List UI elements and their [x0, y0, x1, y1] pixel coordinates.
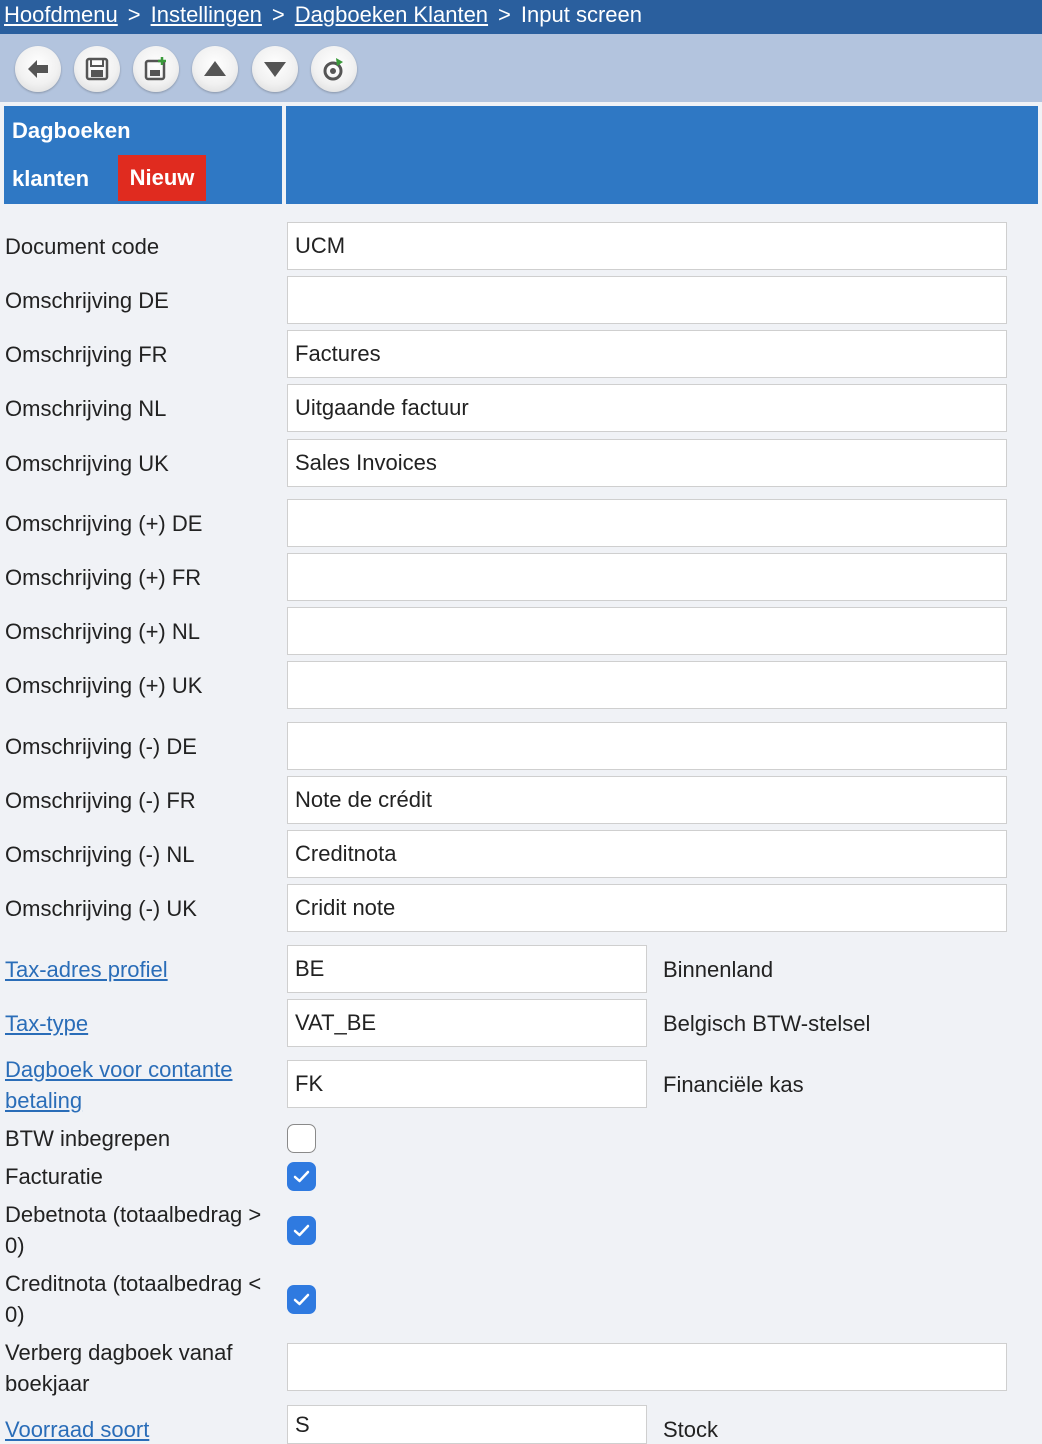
voorraad-soort-description: Stock	[663, 1417, 719, 1442]
verberg-dagboek-input[interactable]	[287, 1343, 1007, 1391]
tax-adres-profiel-description: Binnenland	[663, 957, 774, 982]
creditnota-label: 0)	[5, 1302, 25, 1327]
omschrijving-plus-nl-input[interactable]	[287, 607, 1007, 655]
tax-type-description: Belgisch BTW-stelsel	[663, 1011, 871, 1036]
checkmark-icon	[293, 1170, 310, 1183]
form-title-line2: klanten	[12, 166, 90, 191]
dagboek-contante-betaling-link[interactable]: betaling	[5, 1085, 285, 1116]
btw-inbegrepen-checkbox[interactable]	[287, 1124, 316, 1153]
refresh-icon	[323, 58, 343, 81]
status-badge: Nieuw	[118, 155, 206, 201]
omschrijving-nl-input[interactable]	[287, 384, 1007, 432]
facturatie-checkbox[interactable]	[287, 1162, 316, 1191]
omschrijving-min-fr-label: Omschrijving (-) FR	[5, 788, 196, 813]
omschrijving-plus-nl-label: Omschrijving (+) NL	[5, 619, 200, 644]
save-button[interactable]	[74, 46, 120, 92]
facturatie-label: Facturatie	[5, 1164, 103, 1189]
arrow-down-icon	[264, 62, 286, 77]
move-up-button[interactable]	[192, 46, 238, 92]
back-button[interactable]	[15, 46, 61, 92]
omschrijving-min-nl-input[interactable]	[287, 830, 1007, 878]
verberg-dagboek-label: boekjaar	[5, 1371, 90, 1396]
omschrijving-nl-label: Omschrijving NL	[5, 396, 167, 421]
debetnota-label: Debetnota (totaalbedrag >	[5, 1202, 262, 1227]
breadcrumb-separator: >	[127, 2, 141, 27]
tax-type-link[interactable]: Tax-type	[5, 1008, 285, 1039]
save-icon	[85, 57, 109, 81]
omschrijving-uk-label: Omschrijving UK	[5, 451, 169, 476]
breadcrumb-link-hoofdmenu[interactable]: Hoofdmenu	[4, 2, 118, 27]
omschrijving-de-input[interactable]	[287, 276, 1007, 324]
omschrijving-min-de-label: Omschrijving (-) DE	[5, 734, 197, 759]
breadcrumb-current: Input screen	[520, 2, 642, 27]
refresh-button[interactable]	[311, 46, 357, 92]
dagboek-contante-betaling-input[interactable]	[287, 1060, 647, 1108]
breadcrumb-separator: >	[271, 2, 285, 27]
omschrijving-fr-input[interactable]	[287, 330, 1007, 378]
breadcrumb-link-instellingen[interactable]: Instellingen	[151, 2, 262, 27]
omschrijving-plus-de-label: Omschrijving (+) DE	[5, 511, 203, 536]
document-code-label: Document code	[5, 234, 160, 259]
arrow-up-icon	[204, 61, 226, 76]
omschrijving-min-fr-input[interactable]	[287, 776, 1007, 824]
breadcrumb-link-dagboeken-klanten[interactable]: Dagboeken Klanten	[295, 2, 488, 27]
omschrijving-plus-fr-label: Omschrijving (+) FR	[5, 565, 202, 590]
omschrijving-plus-uk-input[interactable]	[287, 661, 1007, 709]
verberg-dagboek-label: Verberg dagboek vanaf	[5, 1340, 233, 1365]
btw-inbegrepen-label: BTW inbegrepen	[5, 1126, 171, 1151]
omschrijving-fr-label: Omschrijving FR	[5, 342, 168, 367]
omschrijving-min-de-input[interactable]	[287, 722, 1007, 770]
breadcrumb-separator: >	[498, 2, 511, 27]
voorraad-soort-input[interactable]	[287, 1405, 647, 1444]
save-new-button[interactable]	[133, 46, 179, 92]
document-code-input[interactable]	[287, 222, 1007, 270]
back-icon	[28, 60, 48, 78]
tax-adres-profiel-link[interactable]: Tax-adres profiel	[5, 954, 285, 985]
omschrijving-min-uk-input[interactable]	[287, 884, 1007, 932]
toolbar	[0, 34, 1042, 102]
form-header: Dagboeken klanten Nieuw	[4, 106, 282, 204]
tax-type-input[interactable]	[287, 999, 647, 1047]
checkmark-icon	[293, 1224, 310, 1237]
omschrijving-plus-de-input[interactable]	[287, 499, 1007, 547]
creditnota-label: Creditnota (totaalbedrag <	[5, 1271, 262, 1296]
checkmark-icon	[293, 1293, 310, 1306]
creditnota-checkbox[interactable]	[287, 1285, 316, 1314]
omschrijving-min-uk-label: Omschrijving (-) UK	[5, 896, 197, 921]
tax-adres-profiel-input[interactable]	[287, 945, 647, 993]
omschrijving-de-label: Omschrijving DE	[5, 288, 169, 313]
debetnota-checkbox[interactable]	[287, 1216, 316, 1245]
form-header-bar	[286, 106, 1038, 204]
omschrijving-plus-uk-label: Omschrijving (+) UK	[5, 673, 203, 698]
dagboek-contante-betaling-link[interactable]: Dagboek voor contante	[5, 1054, 285, 1085]
breadcrumb: Hoofdmenu > Instellingen > Dagboeken Klanten…	[0, 0, 1042, 34]
omschrijving-plus-fr-input[interactable]	[287, 553, 1007, 601]
form-title-line1: Dagboeken	[12, 118, 131, 143]
dagboek-contante-betaling-description: Financiële kas	[663, 1072, 804, 1097]
move-down-button[interactable]	[252, 46, 298, 92]
debetnota-label: 0)	[5, 1233, 25, 1258]
omschrijving-uk-input[interactable]	[287, 439, 1007, 487]
omschrijving-min-nl-label: Omschrijving (-) NL	[5, 842, 195, 867]
save-new-icon	[144, 57, 166, 81]
voorraad-soort-link[interactable]: Voorraad soort	[5, 1414, 285, 1444]
